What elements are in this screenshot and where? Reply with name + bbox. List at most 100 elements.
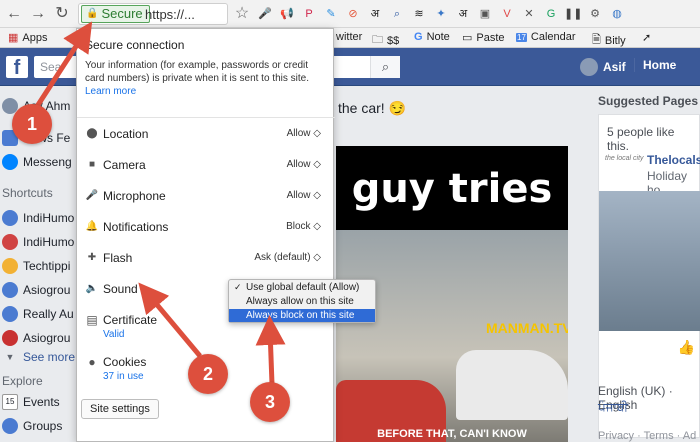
video-watermark: MANMAN.TV [486, 320, 568, 336]
language-punjabi[interactable]: ਪੰਜਾਬੀ [598, 400, 628, 415]
secure-label: Secure [101, 6, 143, 21]
facebook-logo[interactable]: f [6, 56, 28, 79]
check-icon: ✓ [234, 282, 242, 292]
sidebar-shortcut-item[interactable]: Techtippi [2, 258, 70, 274]
footer-links[interactable]: Privacy · Terms · Ad [598, 430, 696, 442]
hindi-icon[interactable]: अ [454, 5, 472, 23]
sidebar-item-messenger[interactable]: Messeng [2, 154, 72, 170]
bookmark-apps[interactable]: ▦ Apps [8, 31, 47, 45]
star-icon[interactable]: ☆ [232, 4, 252, 24]
suggested-page-image[interactable] [599, 191, 700, 331]
bookmark-calendar[interactable]: 17 Calendar [516, 31, 576, 43]
sound-option[interactable]: ✓ Use global default (Allow) [229, 281, 375, 294]
shortcut-icon [2, 210, 18, 226]
layers-icon[interactable]: ≋ [410, 5, 428, 23]
annotation-badge-1: 1 [12, 104, 52, 144]
learn-more-link[interactable]: Learn more [85, 86, 136, 97]
suggested-page-link[interactable]: Thelocals [647, 153, 700, 167]
microphone-icon: 🎤 [85, 190, 99, 201]
likes-count: 5 people like this. [607, 125, 675, 153]
explore-heading: Explore [2, 374, 43, 388]
grammarly-icon[interactable]: G [542, 5, 560, 23]
shortcut-icon [2, 258, 18, 274]
puzzle-icon: ✚ [87, 252, 97, 263]
sound-option[interactable]: Always block on this site [229, 309, 375, 322]
speaker-icon: 🔈 [85, 283, 99, 294]
permission-location[interactable]: ⬤ Location Allow ◇ [85, 125, 325, 145]
url-text[interactable]: https://... [145, 7, 195, 22]
pencil-icon[interactable]: ✎ [322, 5, 340, 23]
bookmark-note[interactable]: G Note [414, 31, 450, 43]
google-icon: G [414, 31, 423, 43]
reload-icon[interactable]: ↻ [52, 4, 72, 24]
sidebar-shortcut-item[interactable]: Asiogrou [2, 282, 70, 298]
sound-option[interactable]: Always allow on this site [229, 295, 375, 308]
sidebar-shortcut-item[interactable]: IndiHumo [2, 210, 74, 226]
home-link[interactable]: Home [634, 58, 676, 72]
sidebar-shortcut-item[interactable]: Really Au [2, 306, 74, 322]
avatar [580, 58, 598, 76]
permission-select[interactable]: Allow ◇ [287, 190, 321, 201]
apps-grid-icon: ▦ [8, 32, 19, 44]
messenger-icon [2, 154, 18, 170]
see-more-link[interactable]: ▼ See more [2, 350, 76, 364]
permission-select[interactable]: Allow ◇ [287, 159, 321, 170]
permission-microphone[interactable]: 🎤 Microphone Allow ◇ [85, 187, 325, 207]
hindi-icon[interactable]: अ [366, 5, 384, 23]
page-logo: the local city [605, 155, 644, 162]
video-frame: MANMAN.TV [336, 230, 568, 442]
location-pin-icon: ⬤ [86, 128, 98, 139]
gear-icon[interactable]: ⚙ [586, 5, 604, 23]
vivaldi-icon[interactable]: V [498, 5, 516, 23]
sound-dropdown-menu: ✓ Use global default (Allow) Always allow … [228, 279, 376, 323]
cookies-count[interactable]: 37 in use [103, 371, 144, 382]
shortcuts-heading: Shortcuts [2, 186, 53, 200]
bookmark-arrow-icon[interactable]: ➚ [642, 31, 651, 44]
chevron-down-icon: ▼ [5, 352, 15, 362]
thumbs-up-icon[interactable]: 👍 [678, 339, 695, 356]
globe-icon[interactable]: ◍ [608, 5, 626, 23]
search-icon[interactable]: ⌕ [388, 5, 406, 23]
microphone-icon[interactable]: 🎤 [256, 5, 274, 23]
video-title: guy tries [351, 166, 553, 212]
bell-icon: 🔔 [85, 221, 99, 232]
profile-link[interactable]: Asif [580, 58, 626, 76]
megaphone-icon[interactable]: 📢 [278, 5, 296, 23]
no-entry-icon[interactable]: ⊘ [344, 5, 362, 23]
back-arrow-icon[interactable]: ← [4, 4, 24, 24]
shortcut-icon [2, 282, 18, 298]
tag-icon[interactable]: ✦ [432, 5, 450, 23]
bookmark-twitter[interactable]: witter [336, 31, 362, 43]
camera-icon: ■ [88, 159, 96, 170]
search-icon[interactable]: ⌕ [370, 56, 400, 78]
extensions-row: 🎤 📢 P ✎ ⊘ अ ⌕ ≋ ✦ अ ▣ V ✕ G ❚❚ ⚙ ◍ [256, 5, 626, 23]
address-bar[interactable]: 🔒 Secure https://... [78, 3, 228, 25]
sidebar-shortcut-item[interactable]: Asiogrou [2, 330, 70, 346]
suggested-pages-title: Suggested Pages [598, 94, 699, 108]
shortcut-icon [2, 234, 18, 250]
video-caption: BEFORE THAT, CAN'I KNOW [377, 428, 527, 440]
permission-flash[interactable]: ✚ Flash Ask (default) ◇ [85, 249, 325, 269]
site-settings-button[interactable]: Site settings [81, 399, 159, 419]
close-icon[interactable]: ✕ [520, 5, 538, 23]
screen-icon: ▭ [462, 32, 473, 44]
permission-select[interactable]: Ask (default) ◇ [254, 252, 321, 263]
permission-select[interactable]: Block ◇ [286, 221, 321, 232]
forward-arrow-icon[interactable]: → [28, 4, 48, 24]
sidebar-item-events[interactable]: 15 Events [2, 394, 60, 410]
certificate-status[interactable]: Valid [103, 329, 125, 340]
permission-notifications[interactable]: 🔔 Notifications Block ◇ [85, 218, 325, 238]
secure-chip[interactable]: 🔒 Secure [81, 5, 150, 23]
browser-toolbar: ← → ↻ 🔒 Secure https://... ☆ 🎤 📢 P ✎ ⊘ अ ⌕ ≋ ✦ अ ▣… [0, 0, 700, 28]
pinterest-icon[interactable]: P [300, 5, 318, 23]
annotation-badge-3: 3 [250, 382, 290, 422]
permission-select[interactable]: Allow ◇ [287, 128, 321, 139]
clipboard-icon[interactable]: ▣ [476, 5, 494, 23]
sidebar-item-groups[interactable]: Groups [2, 418, 62, 434]
sidebar-shortcut-item[interactable]: IndiHumo [2, 234, 74, 250]
permission-camera[interactable]: ■ Camera Allow ◇ [85, 156, 325, 176]
shortcut-icon [2, 330, 18, 346]
bookmark-paste[interactable]: ▭ Paste [462, 31, 505, 45]
pause-icon[interactable]: ❚❚ [564, 5, 582, 23]
shortcut-icon [2, 306, 18, 322]
